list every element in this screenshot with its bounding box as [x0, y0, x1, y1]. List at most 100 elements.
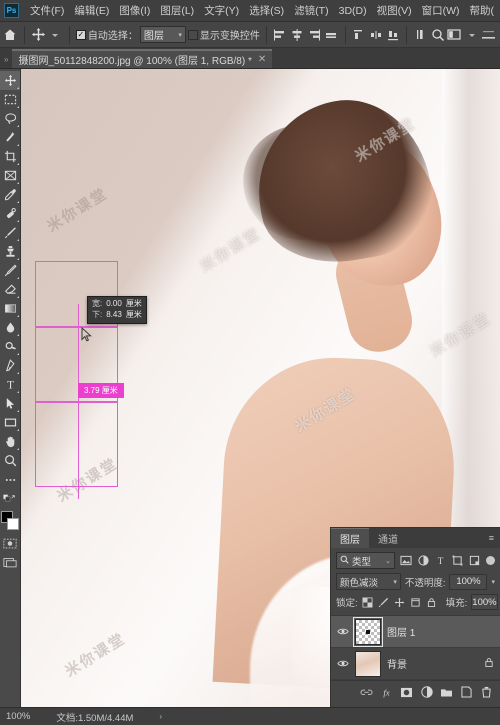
menu-layer[interactable]: 图层(L) [155, 1, 199, 20]
new-layer-button[interactable] [460, 686, 473, 699]
document-tab-close-icon[interactable]: ✕ [258, 54, 266, 65]
healing-brush-tool[interactable] [0, 204, 20, 223]
crop-tool[interactable] [0, 147, 20, 166]
quick-select-tool[interactable] [0, 128, 20, 147]
align-left-edges-icon[interactable] [273, 25, 288, 45]
menu-3d[interactable]: 3D(D) [334, 3, 372, 19]
lock-artboard-icon[interactable] [410, 596, 422, 608]
menu-select[interactable]: 选择(S) [244, 1, 289, 20]
arrange-dropdown-icon[interactable] [464, 25, 479, 45]
align-right-edges-icon[interactable] [307, 25, 322, 45]
layer-row[interactable]: 图层 1 [331, 616, 500, 648]
menu-image[interactable]: 图像(I) [114, 1, 155, 20]
blur-tool[interactable] [0, 318, 20, 337]
background-color-swatch[interactable] [7, 518, 19, 530]
rectangle-tool[interactable] [0, 413, 20, 432]
move-tool-icon[interactable] [31, 25, 46, 45]
move-tool-dropdown-icon[interactable] [48, 25, 63, 45]
history-brush-tool[interactable] [0, 261, 20, 280]
arrange-documents-icon[interactable] [447, 25, 462, 45]
three-d-mode-icon[interactable] [413, 25, 428, 45]
panel-menu-icon[interactable]: ≡ [483, 528, 500, 548]
menu-window[interactable]: 窗口(W) [417, 1, 465, 20]
filter-toggle[interactable] [486, 556, 495, 565]
tab-channels[interactable]: 通道 [369, 528, 407, 548]
fill-value[interactable]: 100% [471, 594, 498, 610]
lock-transparent-icon[interactable] [362, 596, 374, 608]
home-icon[interactable] [3, 25, 18, 45]
path-rect-bottom[interactable] [35, 402, 118, 487]
move-tool[interactable] [0, 71, 20, 90]
workspace-switcher-icon[interactable] [481, 25, 497, 45]
eraser-tool[interactable] [0, 280, 20, 299]
layer-name[interactable]: 图层 1 [387, 624, 494, 639]
layer-thumbnail[interactable] [355, 650, 381, 677]
menu-view[interactable]: 视图(V) [372, 1, 417, 20]
document-tab[interactable]: 摄图网_50112848200.jpg @ 100% (图层 1, RGB/8)… [12, 49, 273, 68]
type-filter-icon[interactable]: T [433, 554, 447, 568]
hand-tool[interactable] [0, 432, 20, 451]
menu-help[interactable]: 帮助( [465, 1, 500, 20]
new-group-button[interactable] [440, 686, 453, 699]
layer-thumbnail[interactable] [353, 616, 383, 647]
menu-edit[interactable]: 编辑(E) [69, 1, 114, 20]
zoom-tool[interactable] [0, 451, 20, 470]
pixel-filter-icon[interactable] [399, 554, 413, 568]
marquee-tool[interactable] [0, 90, 20, 109]
align-horizontal-centers-icon[interactable] [290, 25, 305, 45]
screen-mode-icon[interactable] [0, 553, 20, 572]
blend-mode-row: 颜色减淡 ▾ 不透明度: 100% ▾ [336, 573, 495, 590]
color-swatches[interactable] [0, 510, 20, 532]
layer-visibility-icon[interactable] [337, 627, 349, 636]
zoom-level[interactable]: 100% [6, 711, 30, 722]
layer-filter-kind-dropdown[interactable]: 类型 ⌄ [336, 552, 395, 569]
distribute-top-icon[interactable] [352, 25, 367, 45]
layer-row[interactable]: 背景 [331, 648, 500, 680]
menu-type[interactable]: 文字(Y) [199, 1, 244, 20]
search-icon[interactable] [430, 25, 445, 45]
tools-panel: T [0, 69, 21, 707]
path-select-tool[interactable] [0, 394, 20, 413]
type-tool[interactable]: T [0, 375, 20, 394]
distribute-horizontal-centers-icon[interactable] [368, 25, 383, 45]
default-colors-icon[interactable] [0, 489, 20, 508]
opacity-chevron-down-icon[interactable]: ▾ [491, 578, 495, 586]
auto-select-target-dropdown[interactable]: 图层 ▾ [139, 26, 186, 43]
tool-group-corner-icon [17, 315, 19, 317]
distribute-bottom-icon[interactable] [385, 25, 400, 45]
tab-layers[interactable]: 图层 [331, 528, 369, 548]
menu-filter[interactable]: 滤镜(T) [289, 1, 333, 20]
layer-style-button[interactable]: fx [380, 686, 393, 699]
brush-tool[interactable] [0, 223, 20, 242]
path-vertical-guide[interactable] [78, 304, 79, 499]
opacity-value[interactable]: 100% [449, 573, 488, 590]
shape-filter-icon[interactable] [450, 554, 464, 568]
lock-image-icon[interactable] [378, 596, 390, 608]
lasso-tool[interactable] [0, 109, 20, 128]
align-top-edges-icon[interactable] [324, 25, 339, 45]
adjustment-layer-button[interactable] [420, 686, 433, 699]
dodge-tool[interactable] [0, 337, 20, 356]
more-tools-icon[interactable] [0, 470, 20, 489]
delete-layer-button[interactable] [480, 686, 493, 699]
auto-select-checkbox[interactable]: ✓ [75, 29, 86, 40]
lock-position-icon[interactable] [394, 596, 406, 608]
blend-mode-dropdown[interactable]: 颜色减淡 ▾ [336, 573, 401, 590]
eyedropper-tool[interactable] [0, 185, 20, 204]
adjustment-filter-icon[interactable] [416, 554, 430, 568]
link-layers-button[interactable] [360, 686, 373, 699]
layer-mask-button[interactable] [400, 686, 413, 699]
clone-stamp-tool[interactable] [0, 242, 20, 261]
status-expand-icon[interactable]: › [159, 712, 162, 721]
pen-tool[interactable] [0, 356, 20, 375]
gradient-tool[interactable] [0, 299, 20, 318]
quick-mask-icon[interactable] [0, 534, 20, 553]
show-transform-checkbox[interactable]: ✓ [187, 29, 198, 40]
frame-tool[interactable] [0, 166, 20, 185]
layer-name[interactable]: 背景 [387, 656, 478, 671]
lock-all-icon[interactable] [426, 596, 438, 608]
smart-object-filter-icon[interactable] [467, 554, 481, 568]
menu-file[interactable]: 文件(F) [25, 1, 69, 20]
tab-overflow-icon[interactable]: » [2, 55, 12, 68]
layer-visibility-icon[interactable] [337, 659, 349, 668]
